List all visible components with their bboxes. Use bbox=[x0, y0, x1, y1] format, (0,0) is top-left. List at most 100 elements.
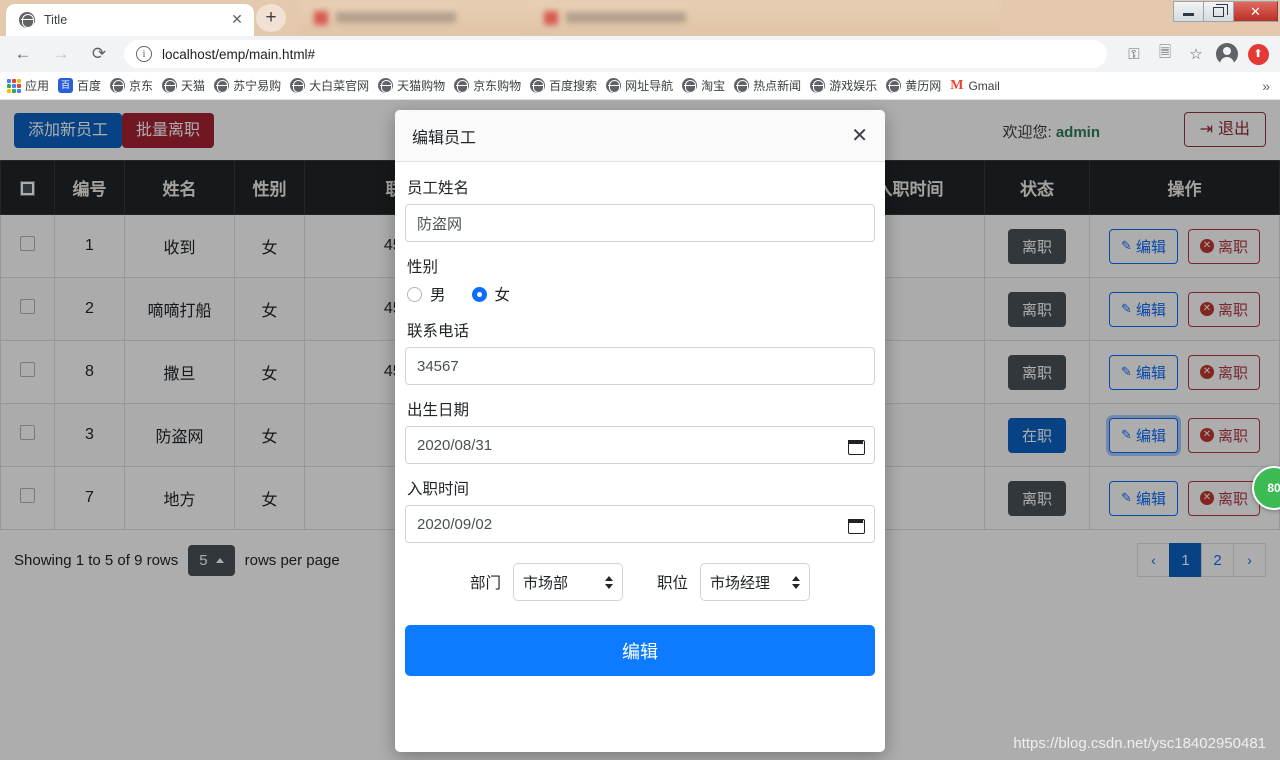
modal-body: 员工姓名 防盗网 性别 男 女 联系电话 34567 出生日期 2020/08/… bbox=[395, 162, 885, 752]
globe-icon bbox=[810, 78, 826, 93]
bookmark-label: 京东购物 bbox=[473, 79, 522, 93]
dept-value: 市场部 bbox=[523, 574, 569, 592]
globe-icon bbox=[530, 78, 546, 93]
globe-icon bbox=[606, 78, 622, 93]
bookmark-apps[interactable]: 应用 bbox=[6, 77, 49, 94]
submit-edit-button[interactable]: 编辑 bbox=[405, 625, 875, 676]
bookmark-item[interactable]: 百度搜索 bbox=[530, 77, 597, 94]
globe-icon bbox=[110, 78, 126, 93]
globe-icon bbox=[682, 78, 698, 93]
bookmark-item[interactable]: 京东购物 bbox=[454, 77, 521, 94]
name-input[interactable]: 防盗网 bbox=[405, 204, 875, 242]
globe-icon bbox=[378, 78, 394, 93]
bookmark-baidu[interactable]: 百 百度 bbox=[58, 77, 101, 94]
hire-date-input[interactable]: 2020/09/02 bbox=[405, 505, 875, 543]
apps-grid-icon bbox=[6, 78, 21, 93]
bookmark-label: 天猫 bbox=[181, 79, 206, 93]
bookmark-item[interactable]: 天猫 bbox=[162, 77, 205, 94]
background-favicon bbox=[314, 11, 328, 25]
bookmark-label: 苏宁易购 bbox=[233, 79, 282, 93]
close-icon[interactable]: ✕ bbox=[228, 11, 246, 29]
bookmark-label: 百度 bbox=[77, 79, 102, 93]
bookmark-label: 百度搜索 bbox=[549, 79, 598, 93]
tab-title: Title bbox=[44, 13, 68, 27]
bookmark-label: Gmail bbox=[968, 78, 1000, 93]
name-value: 防盗网 bbox=[417, 215, 463, 233]
back-button[interactable]: ← bbox=[8, 39, 38, 69]
bookmark-label: 网址导航 bbox=[625, 79, 674, 93]
birth-label: 出生日期 bbox=[407, 402, 470, 419]
modal-header: 编辑员工 ✕ bbox=[395, 110, 885, 162]
bookmark-item[interactable]: 淘宝 bbox=[682, 77, 725, 94]
dept-job-row: 部门 市场部 职位 市场经理 bbox=[405, 563, 875, 601]
job-select[interactable]: 市场经理 bbox=[700, 563, 811, 601]
bookmark-label: 天猫购物 bbox=[397, 79, 446, 93]
gmail-icon: M bbox=[950, 77, 964, 93]
update-icon[interactable]: ⬆ bbox=[1244, 40, 1272, 68]
name-label: 员工姓名 bbox=[407, 180, 470, 197]
toolbar-actions: ⚿ 🗏 ☆ ⬆ bbox=[1117, 40, 1280, 68]
address-bar[interactable]: i localhost/emp/main.html# bbox=[124, 40, 1107, 68]
restore-icon bbox=[1213, 3, 1228, 17]
chevron-updown-icon bbox=[792, 575, 801, 589]
bookmark-item[interactable]: 大白菜官网 bbox=[290, 77, 369, 94]
birth-date-input[interactable]: 2020/08/31 bbox=[405, 426, 875, 464]
reload-button[interactable]: ⟳ bbox=[84, 39, 114, 69]
bookmark-item[interactable]: 京东 bbox=[110, 77, 153, 94]
browser-tab[interactable]: Title ✕ bbox=[6, 4, 254, 36]
bookmarks-bar: 应用 百 百度 京东 天猫 苏宁易购 大白菜官网 天猫购物 京东购物 百度搜索 … bbox=[0, 72, 1280, 100]
bookmark-label: 淘宝 bbox=[701, 79, 726, 93]
globe-icon bbox=[886, 78, 902, 93]
globe-icon bbox=[290, 78, 306, 93]
browser-toolbar: ← → ⟳ i localhost/emp/main.html# ⚿ 🗏 ☆ ⬆ bbox=[0, 36, 1280, 72]
new-tab-button[interactable]: + bbox=[256, 4, 286, 32]
background-window-2 bbox=[530, 0, 1000, 36]
dept-label: 部门 bbox=[469, 575, 501, 592]
radio-female-label: 女 bbox=[494, 287, 511, 304]
minimize-button[interactable] bbox=[1173, 1, 1203, 22]
bookmark-item[interactable]: 天猫购物 bbox=[378, 77, 445, 94]
background-tab-text bbox=[336, 12, 456, 23]
background-favicon bbox=[544, 11, 558, 25]
star-icon[interactable]: ☆ bbox=[1182, 40, 1210, 68]
bookmark-item[interactable]: 网址导航 bbox=[606, 77, 673, 94]
baidu-icon: 百 bbox=[58, 78, 74, 93]
calendar-icon[interactable] bbox=[848, 517, 865, 534]
job-value: 市场经理 bbox=[710, 574, 771, 592]
phone-input[interactable]: 34567 bbox=[405, 347, 875, 385]
bookmark-label: 游戏娱乐 bbox=[829, 79, 878, 93]
radio-male[interactable] bbox=[407, 286, 422, 302]
bookmark-item[interactable]: 黄历网 bbox=[886, 77, 941, 94]
bookmark-label: 应用 bbox=[25, 79, 50, 93]
site-info-icon[interactable]: i bbox=[136, 46, 152, 62]
hire-label: 入职时间 bbox=[407, 481, 470, 498]
translate-icon[interactable]: 🗏 bbox=[1151, 40, 1179, 68]
close-icon[interactable]: ✕ bbox=[851, 126, 868, 146]
minimize-icon bbox=[1183, 13, 1194, 16]
close-window-button[interactable]: ✕ bbox=[1233, 1, 1278, 22]
bookmark-item[interactable]: 苏宁易购 bbox=[214, 77, 281, 94]
bookmark-item[interactable]: 热点新闻 bbox=[734, 77, 801, 94]
globe-icon bbox=[19, 12, 35, 28]
globe-icon bbox=[454, 78, 470, 93]
forward-button[interactable]: → bbox=[46, 39, 76, 69]
radio-male-label: 男 bbox=[430, 287, 446, 304]
globe-icon bbox=[734, 78, 750, 93]
calendar-icon[interactable] bbox=[848, 438, 865, 455]
maximize-button[interactable] bbox=[1203, 1, 1233, 22]
birth-value: 2020/08/31 bbox=[417, 436, 493, 454]
bookmark-label: 黄历网 bbox=[905, 79, 942, 93]
bookmarks-overflow-icon[interactable]: » bbox=[1262, 78, 1270, 94]
bookmark-item[interactable]: 游戏娱乐 bbox=[810, 77, 877, 94]
edit-employee-modal: 编辑员工 ✕ 员工姓名 防盗网 性别 男 女 联系电话 34567 出生日期 2… bbox=[395, 110, 885, 752]
job-label: 职位 bbox=[657, 575, 689, 592]
radio-female[interactable] bbox=[471, 286, 487, 302]
key-icon[interactable]: ⚿ bbox=[1120, 40, 1148, 68]
profile-avatar-icon[interactable] bbox=[1213, 40, 1241, 68]
dept-select[interactable]: 市场部 bbox=[513, 563, 623, 601]
tab-strip: Title ✕ + ✕ bbox=[0, 0, 1280, 36]
sex-label: 性别 bbox=[407, 259, 439, 276]
background-window-1 bbox=[300, 0, 550, 36]
globe-icon bbox=[214, 78, 230, 93]
bookmark-gmail[interactable]: M Gmail bbox=[950, 78, 1000, 94]
